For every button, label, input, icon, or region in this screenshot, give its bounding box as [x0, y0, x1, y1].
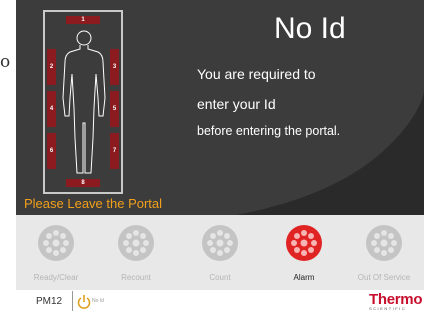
alarm-label: Alarm	[293, 273, 315, 282]
brand-logo: Thermo SCIENTIFIC	[369, 291, 424, 313]
count-button[interactable]: Count	[180, 215, 260, 290]
zone-1: 1	[66, 16, 100, 24]
out-of-service-button[interactable]: Out Of Service	[344, 215, 424, 290]
status-panel: 1 2 3 4 5 6 7 8 No Id You are required t…	[16, 0, 424, 215]
status-dots-icon	[286, 225, 322, 261]
alarm-button[interactable]: Alarm	[264, 215, 344, 290]
portal-id: PM12	[36, 296, 63, 307]
recount-button[interactable]: Recount	[96, 215, 176, 290]
message-line-2: enter your Id	[197, 96, 276, 112]
edge-character: o	[0, 52, 11, 72]
human-figure-icon	[62, 30, 106, 174]
status-dots-icon	[118, 225, 154, 261]
status-title: No Id	[274, 12, 346, 45]
zone-6: 6	[47, 133, 56, 169]
out-of-service-label: Out Of Service	[357, 273, 411, 282]
zone-4: 4	[47, 91, 56, 127]
divider	[72, 291, 73, 311]
zone-2: 2	[47, 49, 56, 85]
body-diagram: 1 2 3 4 5 6 7 8	[43, 10, 123, 194]
small-status-text: No Id	[92, 298, 104, 304]
count-label: Count	[209, 273, 231, 282]
power-icon[interactable]	[77, 294, 91, 310]
status-dots-icon	[202, 225, 238, 261]
button-bar: Ready/Clear Recount Count Alarm Out Of S…	[16, 215, 424, 290]
message-line-1: You are required to	[197, 66, 316, 82]
footer-bar: PM12 No Id Thermo SCIENTIFIC	[0, 290, 424, 314]
message-line-3: before entering the portal.	[197, 124, 341, 138]
zone-8: 8	[66, 179, 100, 187]
ready-clear-label: Ready/Clear	[33, 273, 79, 282]
ready-clear-button[interactable]: Ready/Clear	[16, 215, 96, 290]
recount-label: Recount	[121, 273, 151, 282]
status-dots-icon	[38, 225, 74, 261]
warning-text: Please Leave the Portal	[24, 196, 163, 211]
status-dots-icon	[366, 225, 402, 261]
